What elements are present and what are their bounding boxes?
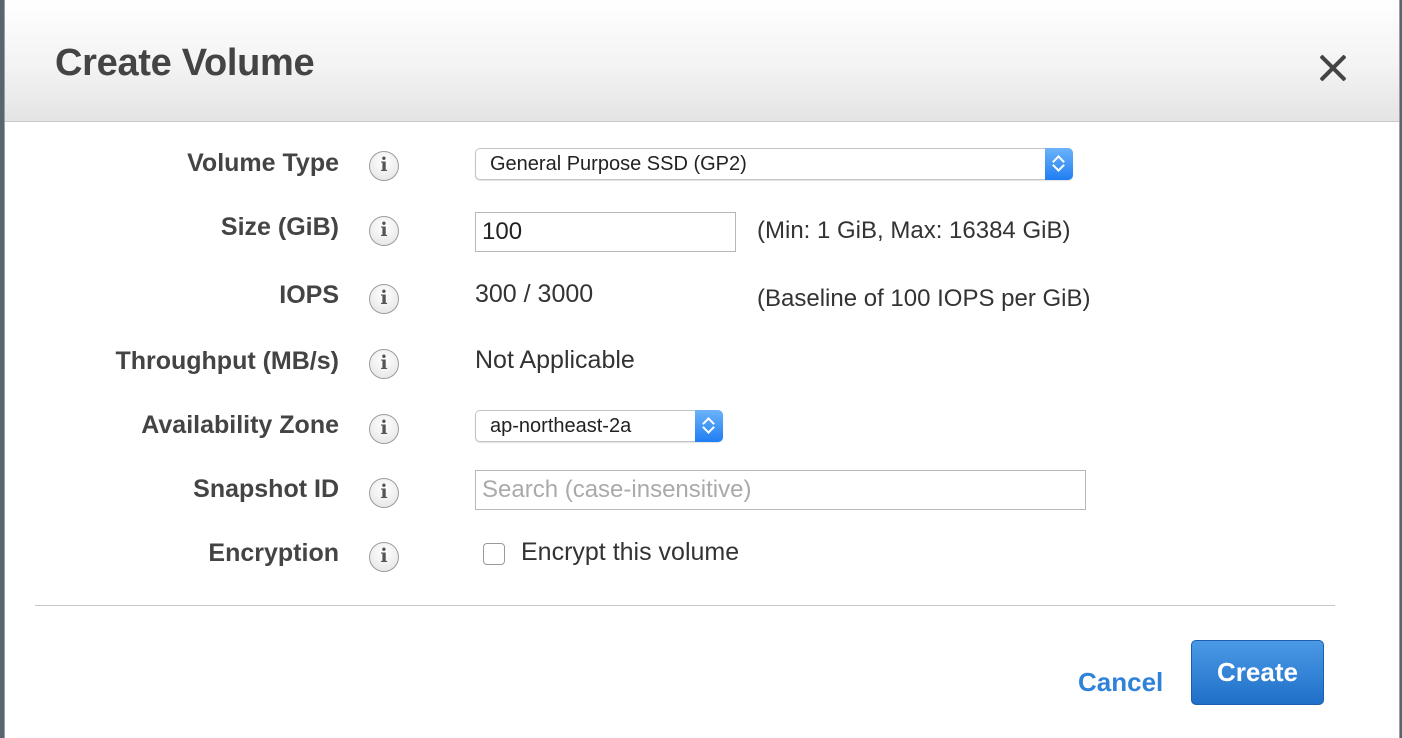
select-arrows-icon [1045, 148, 1073, 180]
info-icon[interactable]: i [369, 151, 399, 181]
info-icon[interactable]: i [369, 216, 399, 246]
info-icon[interactable]: i [369, 284, 399, 314]
info-icon[interactable]: i [369, 414, 399, 444]
size-label: Size (GiB) [220, 213, 339, 241]
select-arrows-icon [695, 410, 723, 442]
size-hint: (Min: 1 GiB, Max: 16384 GiB) [757, 217, 1071, 244]
info-icon[interactable]: i [369, 478, 399, 508]
cancel-button[interactable]: Cancel [1078, 667, 1163, 698]
availability-zone-label: Availability Zone [141, 411, 339, 439]
iops-label: IOPS [279, 281, 339, 309]
throughput-value: Not Applicable [475, 346, 635, 374]
iops-value: 300 / 3000 [475, 280, 594, 308]
footer-divider [35, 605, 1335, 606]
volume-type-value: General Purpose SSD (GP2) [490, 153, 747, 175]
close-icon[interactable] [1315, 50, 1351, 86]
create-button[interactable]: Create [1191, 640, 1324, 705]
availability-zone-value: ap-northeast-2a [490, 415, 632, 437]
info-icon[interactable]: i [369, 542, 399, 572]
dialog-header: Create Volume [5, 0, 1399, 122]
volume-type-select[interactable]: General Purpose SSD (GP2) [475, 148, 1073, 180]
size-input[interactable] [475, 212, 736, 252]
encrypt-checkbox[interactable] [483, 543, 505, 565]
availability-zone-select[interactable]: ap-northeast-2a [475, 410, 723, 442]
info-icon[interactable]: i [369, 349, 399, 379]
throughput-label: Throughput (MB/s) [115, 347, 339, 375]
snapshot-search-input[interactable] [475, 470, 1086, 510]
snapshot-id-label: Snapshot ID [193, 475, 339, 503]
iops-hint: (Baseline of 100 IOPS per GiB) [757, 285, 1091, 312]
volume-type-label: Volume Type [187, 149, 339, 177]
create-volume-dialog: Create Volume Volume Type i General Purp… [4, 0, 1400, 738]
dialog-title: Create Volume [55, 42, 315, 84]
encrypt-checkbox-label[interactable]: Encrypt this volume [521, 538, 739, 567]
encryption-label: Encryption [208, 539, 339, 567]
